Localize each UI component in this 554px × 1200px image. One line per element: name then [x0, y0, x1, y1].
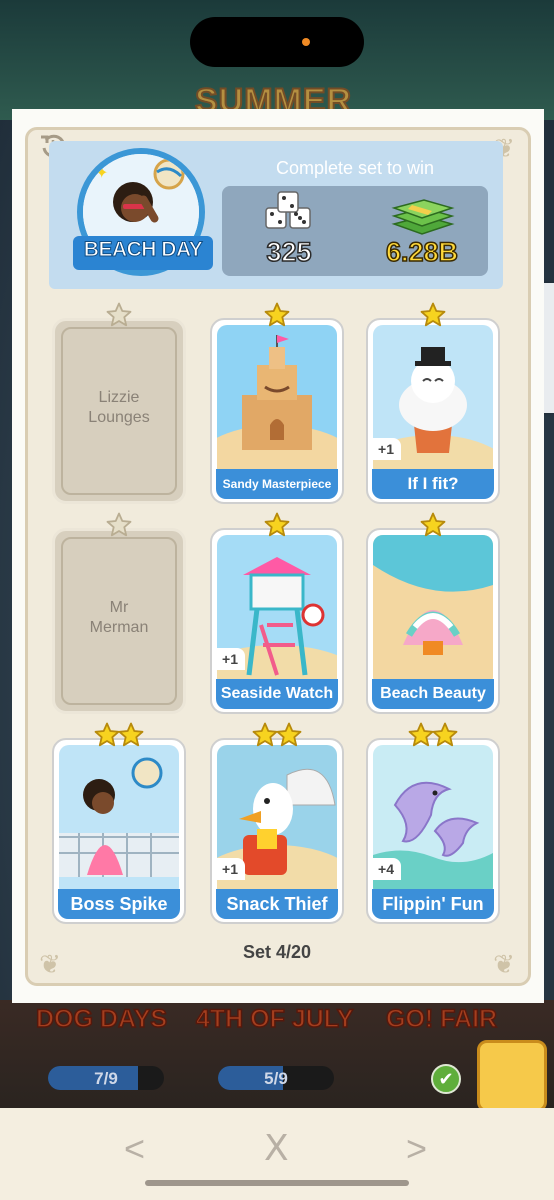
dice-icon — [262, 190, 316, 238]
set-title-go-fair[interactable]: GO! FAIR — [385, 1004, 498, 1034]
star-rating — [264, 302, 290, 330]
sticker-art — [373, 535, 493, 687]
bottom-nav-bar: < X > — [0, 1108, 554, 1200]
star-icon — [252, 722, 278, 748]
star-icon — [420, 512, 446, 538]
sticker-name: If I fit? — [372, 469, 494, 499]
sticker-name: Beach Beauty — [372, 679, 494, 709]
duplicate-count-badge: +4 — [371, 858, 401, 880]
star-rating — [408, 722, 458, 750]
set-title-4th-of-july[interactable]: 4TH OF JULY — [195, 1004, 354, 1034]
reward-label: Complete set to win — [275, 158, 435, 178]
star-rating — [94, 722, 144, 750]
sticker-card[interactable]: Seaside Watch +1 — [210, 528, 344, 714]
set-progress-label: Set 4/20 — [242, 942, 312, 962]
camera-indicator-dot — [302, 38, 310, 46]
sticker-card[interactable]: Snack Thief +1 — [210, 738, 344, 924]
chevron-right-icon[interactable]: > — [406, 1128, 427, 1170]
sticker-card[interactable]: Lizzie Lounges — [52, 318, 186, 504]
chevron-left-icon[interactable]: < — [124, 1128, 145, 1170]
star-rating — [264, 512, 290, 540]
svg-text:✦: ✦ — [95, 165, 108, 182]
cash-stack-icon — [388, 196, 458, 240]
star-rating — [106, 302, 132, 330]
sticker-name: Snack Thief — [216, 889, 338, 919]
star-rating — [252, 722, 302, 750]
star-rating — [420, 302, 446, 330]
star-rating — [106, 512, 132, 540]
duplicate-count-badge: +1 — [215, 648, 245, 670]
close-icon[interactable]: X — [264, 1128, 289, 1169]
sticker-card[interactable]: Flippin' Fun +4 — [366, 738, 500, 924]
sticker-name: Seaside Watch — [216, 679, 338, 709]
locked-sticker-name: Lizzie Lounges — [88, 389, 150, 426]
set-progress-4th-of-july: 5/9 — [218, 1066, 334, 1090]
star-icon — [106, 512, 132, 538]
set-title-dog-days[interactable]: DOG DAYS — [35, 1004, 168, 1034]
check-icon: ✔ — [431, 1064, 461, 1094]
card-stack-icon[interactable] — [477, 1040, 547, 1112]
star-icon — [106, 302, 132, 328]
star-icon — [420, 302, 446, 328]
sticker-name: Sandy Masterpiece — [216, 469, 338, 499]
sticker-card[interactable]: Sandy Masterpiece — [210, 318, 344, 504]
duplicate-count-badge: +1 — [371, 438, 401, 460]
progress-text: 5/9 — [264, 1069, 288, 1088]
sticker-card[interactable]: If I fit? +1 — [366, 318, 500, 504]
home-indicator — [145, 1180, 409, 1186]
star-icon — [264, 302, 290, 328]
sticker-card[interactable]: Mr Merman — [52, 528, 186, 714]
sticker-card[interactable]: Boss Spike — [52, 738, 186, 924]
dice-reward-value: 325 — [266, 236, 313, 268]
sticker-art — [217, 325, 337, 477]
cash-reward-value: 6.28B — [385, 236, 459, 268]
sticker-name: Boss Spike — [58, 889, 180, 919]
star-icon — [432, 722, 458, 748]
set-progress-dog-days: 7/9 — [48, 1066, 164, 1090]
star-icon — [118, 722, 144, 748]
camera-notch — [190, 17, 364, 67]
sticker-name: Flippin' Fun — [372, 889, 494, 919]
sticker-card[interactable]: Beach Beauty — [366, 528, 500, 714]
star-rating — [420, 512, 446, 540]
star-icon — [408, 722, 434, 748]
star-icon — [94, 722, 120, 748]
star-icon — [264, 512, 290, 538]
duplicate-count-badge: +1 — [215, 858, 245, 880]
progress-text: 7/9 — [94, 1069, 118, 1088]
set-name: BEACH DAY — [83, 238, 203, 262]
sticker-art — [59, 745, 179, 897]
locked-sticker-name: Mr Merman — [89, 599, 149, 636]
star-icon — [276, 722, 302, 748]
